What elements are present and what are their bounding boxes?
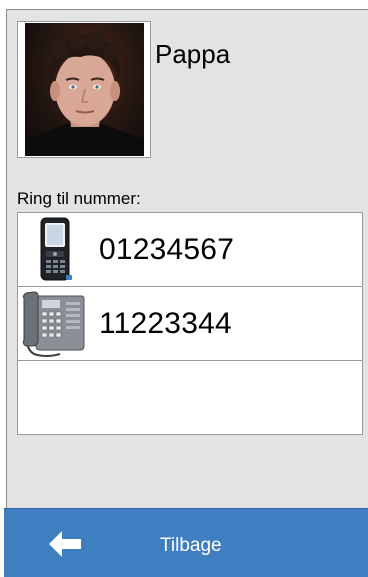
mobile-phone-icon	[38, 217, 74, 286]
desk-phone-icon	[20, 290, 86, 363]
contact-photo-frame	[17, 21, 151, 158]
phone-number-row-mobile[interactable]: 01234567	[18, 213, 362, 287]
phone-number-list: 01234567 11223344	[17, 212, 363, 435]
arrow-left-icon[interactable]	[49, 531, 81, 562]
phone-number-text: 11223344	[99, 306, 232, 340]
footer-bar: Tilbage	[4, 508, 368, 577]
contact-photo	[25, 23, 144, 156]
back-button[interactable]: Tilbage	[160, 535, 222, 557]
contact-screen: Pappa Ring til nummer: 01234567 11223344	[6, 9, 368, 577]
contact-name: Pappa	[155, 39, 231, 69]
phone-number-row-landline[interactable]: 11223344	[18, 287, 362, 361]
phone-number-text: 01234567	[99, 232, 235, 266]
numbers-section-label: Ring til nummer:	[17, 189, 141, 208]
